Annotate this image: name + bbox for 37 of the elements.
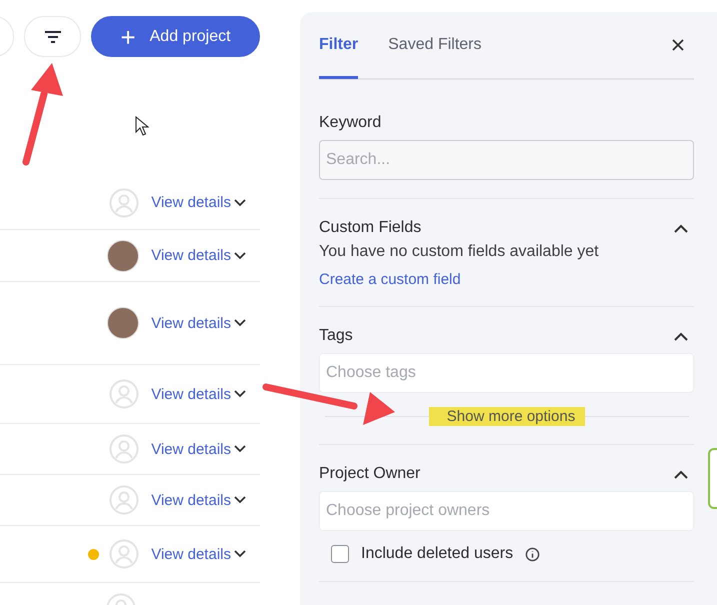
view-details-link[interactable]: View details xyxy=(151,194,246,211)
close-icon xyxy=(672,39,684,51)
filter-button[interactable] xyxy=(24,16,81,57)
caret-icon xyxy=(234,319,246,327)
view-details-link[interactable]: View details xyxy=(151,546,246,562)
keyword-label: Keyword xyxy=(319,114,382,132)
panel-tab[interactable]: Filter xyxy=(319,13,358,79)
create-field-link[interactable]: Create a custom field xyxy=(319,271,694,288)
project-owners-field[interactable]: Choose project owners xyxy=(319,491,694,531)
caret-icon xyxy=(234,445,246,453)
caret-icon xyxy=(234,550,246,558)
view-details-link[interactable]: View details xyxy=(151,440,246,458)
checkbox-label: Include deleted users xyxy=(361,545,514,563)
empty-message: You have no custom fields available yet xyxy=(319,243,600,261)
chevron-icon xyxy=(674,224,688,232)
view-details-link[interactable]: View details xyxy=(151,492,246,508)
show-more-options-button[interactable]: Show more options xyxy=(428,407,586,426)
chevron-icon xyxy=(674,470,688,478)
mouse-cursor-icon xyxy=(135,116,149,136)
view-details-link[interactable]: View details xyxy=(151,386,246,402)
view-details-link[interactable]: View details xyxy=(151,314,246,332)
section-title: Project Owner xyxy=(319,465,420,483)
view-details-link[interactable]: View details xyxy=(151,247,246,264)
info-icon xyxy=(525,546,540,562)
chevron-icon xyxy=(674,332,688,340)
section-title: Custom Fields xyxy=(319,219,422,237)
keyword-search-field[interactable]: Search... xyxy=(319,140,694,180)
filter-icon xyxy=(44,30,62,42)
tags-field[interactable]: Choose tags xyxy=(319,353,694,393)
panel-tab[interactable]: Saved Filters xyxy=(388,13,482,79)
caret-icon xyxy=(234,252,246,260)
add-project-button[interactable]: + Add project xyxy=(91,16,260,57)
caret-icon xyxy=(234,496,246,504)
section-title: Tags xyxy=(319,327,353,345)
caret-icon xyxy=(234,390,246,398)
include-deleted-checkbox[interactable] xyxy=(331,545,349,563)
caret-icon xyxy=(234,198,246,206)
